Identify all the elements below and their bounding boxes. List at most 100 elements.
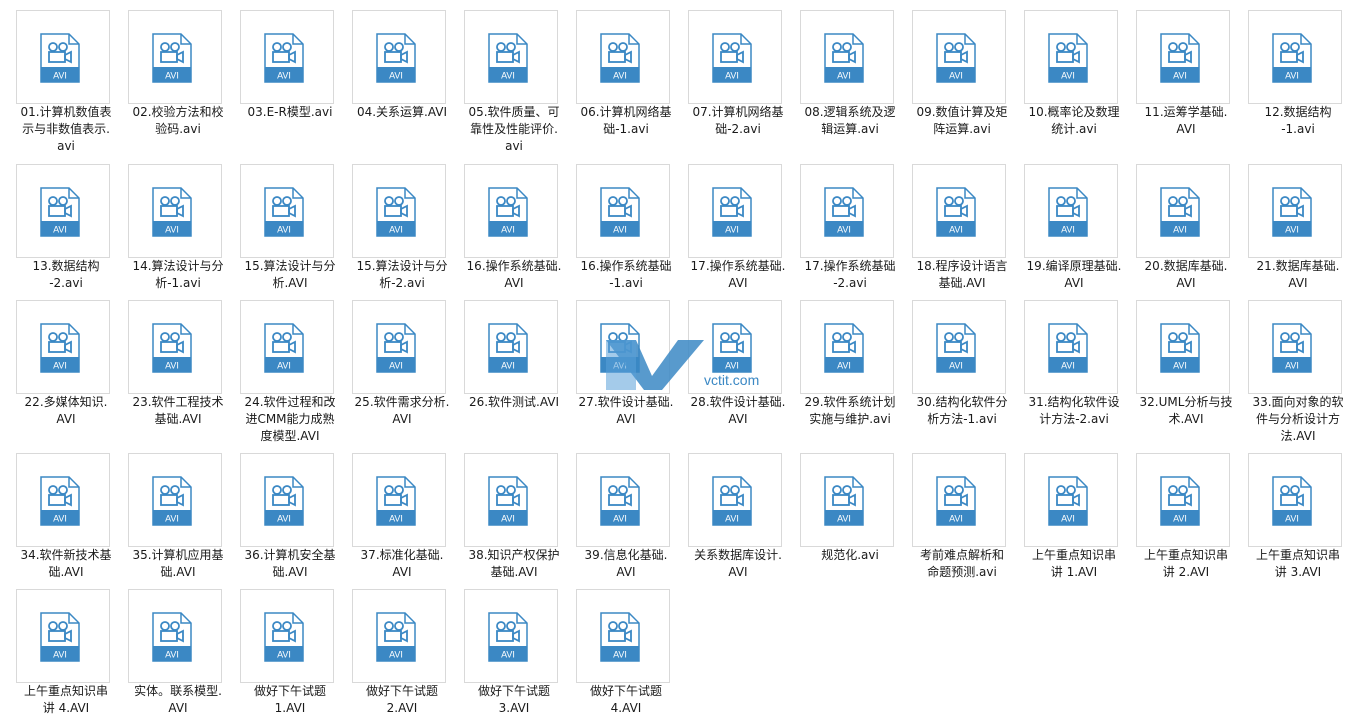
- file-name-label[interactable]: 上午重点知识串讲 1.AVI: [1012, 547, 1136, 581]
- file-thumbnail[interactable]: AVI: [16, 10, 110, 104]
- file-name-label[interactable]: 26.软件测试.AVI: [452, 394, 576, 411]
- file-thumbnail[interactable]: AVI: [1024, 453, 1118, 547]
- file-thumbnail[interactable]: AVI: [1136, 453, 1230, 547]
- file-name-label[interactable]: 13.数据结构 -2.avi: [4, 258, 128, 292]
- file-name-label[interactable]: 做好下午试题 4.AVI: [564, 683, 688, 717]
- file-name-label[interactable]: 10.概率论及数理 统计.avi: [1012, 104, 1136, 138]
- file-thumbnail[interactable]: AVI: [912, 453, 1006, 547]
- file-name-label[interactable]: 16.操作系统基础 -1.avi: [564, 258, 688, 292]
- file-thumbnail[interactable]: AVI: [128, 300, 222, 394]
- file-name-label[interactable]: 39.信息化基础. AVI: [564, 547, 688, 581]
- file-thumbnail[interactable]: AVI: [464, 10, 558, 104]
- file-thumbnail[interactable]: AVI: [1024, 10, 1118, 104]
- file-name-label[interactable]: 23.软件工程技术 基础.AVI: [116, 394, 240, 428]
- file-thumbnail[interactable]: AVI: [1248, 300, 1342, 394]
- file-name-label[interactable]: 18.程序设计语言 基础.AVI: [900, 258, 1024, 292]
- file-thumbnail[interactable]: AVI: [688, 10, 782, 104]
- file-thumbnail[interactable]: AVI: [576, 453, 670, 547]
- file-thumbnail[interactable]: AVI: [576, 10, 670, 104]
- file-name-label[interactable]: 21.数据库基础. AVI: [1236, 258, 1356, 292]
- file-name-label[interactable]: 25.软件需求分析. AVI: [340, 394, 464, 428]
- file-thumbnail[interactable]: AVI: [128, 589, 222, 683]
- file-name-label[interactable]: 08.逻辑系统及逻 辑运算.avi: [788, 104, 912, 138]
- file-thumbnail[interactable]: AVI: [16, 589, 110, 683]
- file-thumbnail[interactable]: AVI: [240, 453, 334, 547]
- file-thumbnail[interactable]: AVI: [912, 164, 1006, 258]
- file-name-label[interactable]: 27.软件设计基础. AVI: [564, 394, 688, 428]
- file-name-label[interactable]: 37.标准化基础. AVI: [340, 547, 464, 581]
- file-name-label[interactable]: 14.算法设计与分 析-1.avi: [116, 258, 240, 292]
- file-thumbnail[interactable]: AVI: [1136, 164, 1230, 258]
- file-name-label[interactable]: 02.校验方法和校 验码.avi: [116, 104, 240, 138]
- file-thumbnail[interactable]: AVI: [240, 164, 334, 258]
- file-name-label[interactable]: 35.计算机应用基 础.AVI: [116, 547, 240, 581]
- file-name-label[interactable]: 05.软件质量、可 靠性及性能评价. avi: [452, 104, 576, 155]
- file-name-label[interactable]: 上午重点知识串讲 4.AVI: [4, 683, 128, 717]
- file-thumbnail[interactable]: AVI: [464, 589, 558, 683]
- file-thumbnail[interactable]: AVI: [1024, 300, 1118, 394]
- file-name-label[interactable]: 30.结构化软件分 析方法-1.avi: [900, 394, 1024, 428]
- file-name-label[interactable]: 07.计算机网络基 础-2.avi: [676, 104, 800, 138]
- file-name-label[interactable]: 15.算法设计与分 析-2.avi: [340, 258, 464, 292]
- file-name-label[interactable]: 36.计算机安全基 础.AVI: [228, 547, 352, 581]
- file-thumbnail[interactable]: AVI: [800, 164, 894, 258]
- file-name-label[interactable]: 28.软件设计基础. AVI: [676, 394, 800, 428]
- file-name-label[interactable]: 15.算法设计与分 析.AVI: [228, 258, 352, 292]
- file-name-label[interactable]: 06.计算机网络基 础-1.avi: [564, 104, 688, 138]
- file-thumbnail[interactable]: AVI: [912, 10, 1006, 104]
- file-thumbnail[interactable]: AVI: [352, 589, 446, 683]
- file-thumbnail[interactable]: AVI: [464, 164, 558, 258]
- file-name-label[interactable]: 33.面向对象的软 件与分析设计方 法.AVI: [1236, 394, 1356, 445]
- file-thumbnail[interactable]: AVI: [352, 164, 446, 258]
- file-name-label[interactable]: 上午重点知识串讲 2.AVI: [1124, 547, 1248, 581]
- file-name-label[interactable]: 09.数值计算及矩 阵运算.avi: [900, 104, 1024, 138]
- file-thumbnail[interactable]: AVI: [576, 300, 670, 394]
- file-thumbnail[interactable]: AVI: [1248, 453, 1342, 547]
- file-thumbnail[interactable]: AVI: [464, 300, 558, 394]
- file-name-label[interactable]: 做好下午试题 2.AVI: [340, 683, 464, 717]
- file-thumbnail[interactable]: AVI: [240, 10, 334, 104]
- file-thumbnail[interactable]: AVI: [688, 164, 782, 258]
- file-name-label[interactable]: 17.操作系统基础. AVI: [676, 258, 800, 292]
- file-name-label[interactable]: 考前难点解析和 命题预测.avi: [900, 547, 1024, 581]
- file-thumbnail[interactable]: AVI: [464, 453, 558, 547]
- file-thumbnail[interactable]: AVI: [240, 589, 334, 683]
- file-thumbnail[interactable]: AVI: [128, 164, 222, 258]
- file-thumbnail[interactable]: AVI: [16, 453, 110, 547]
- file-thumbnail[interactable]: AVI: [128, 453, 222, 547]
- file-thumbnail[interactable]: AVI: [1248, 10, 1342, 104]
- file-thumbnail[interactable]: AVI: [800, 300, 894, 394]
- file-name-label[interactable]: 17.操作系统基础 -2.avi: [788, 258, 912, 292]
- file-name-label[interactable]: 20.数据库基础. AVI: [1124, 258, 1248, 292]
- file-thumbnail[interactable]: AVI: [16, 164, 110, 258]
- file-thumbnail[interactable]: AVI: [352, 300, 446, 394]
- file-name-label[interactable]: 16.操作系统基础. AVI: [452, 258, 576, 292]
- file-name-label[interactable]: 关系数据库设计. AVI: [676, 547, 800, 581]
- file-thumbnail[interactable]: AVI: [16, 300, 110, 394]
- file-thumbnail[interactable]: AVI: [1024, 164, 1118, 258]
- file-thumbnail[interactable]: AVI: [912, 300, 1006, 394]
- file-thumbnail[interactable]: AVI: [352, 10, 446, 104]
- file-thumbnail[interactable]: AVI: [800, 10, 894, 104]
- file-name-label[interactable]: 22.多媒体知识. AVI: [4, 394, 128, 428]
- file-name-label[interactable]: 03.E-R模型.avi: [228, 104, 352, 121]
- file-name-label[interactable]: 32.UML分析与技 术.AVI: [1124, 394, 1248, 428]
- file-name-label[interactable]: 19.编译原理基础. AVI: [1012, 258, 1136, 292]
- file-name-label[interactable]: 12.数据结构 -1.avi: [1236, 104, 1356, 138]
- file-thumbnail[interactable]: AVI: [800, 453, 894, 547]
- file-thumbnail[interactable]: AVI: [576, 164, 670, 258]
- file-thumbnail[interactable]: AVI: [688, 453, 782, 547]
- file-name-label[interactable]: 上午重点知识串讲 3.AVI: [1236, 547, 1356, 581]
- file-thumbnail[interactable]: AVI: [352, 453, 446, 547]
- file-name-label[interactable]: 做好下午试题 1.AVI: [228, 683, 352, 717]
- file-name-label[interactable]: 31.结构化软件设 计方法-2.avi: [1012, 394, 1136, 428]
- file-thumbnail[interactable]: AVI: [576, 589, 670, 683]
- file-name-label[interactable]: 04.关系运算.AVI: [340, 104, 464, 121]
- file-name-label[interactable]: 01.计算机数值表 示与非数值表示. avi: [4, 104, 128, 155]
- file-thumbnail[interactable]: AVI: [688, 300, 782, 394]
- file-thumbnail[interactable]: AVI: [1136, 10, 1230, 104]
- file-thumbnail[interactable]: AVI: [1136, 300, 1230, 394]
- file-thumbnail[interactable]: AVI: [1248, 164, 1342, 258]
- file-name-label[interactable]: 实体。联系模型. AVI: [116, 683, 240, 717]
- file-name-label[interactable]: 29.软件系统计划 实施与维护.avi: [788, 394, 912, 428]
